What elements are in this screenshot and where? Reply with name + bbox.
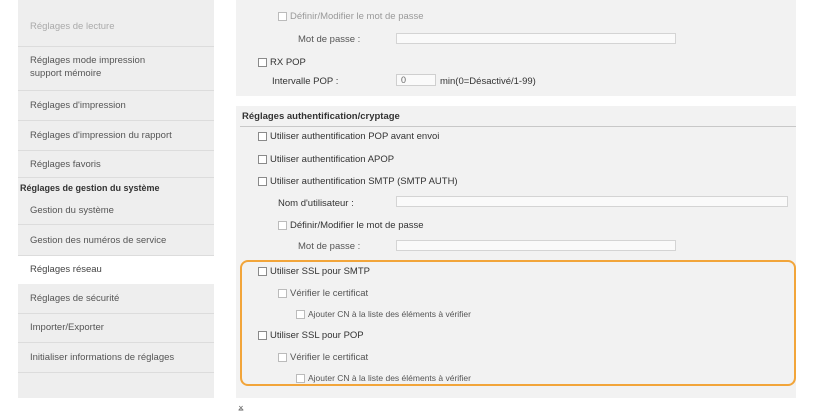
sidebar-item-label: Réglages favoris xyxy=(30,159,101,170)
divider xyxy=(18,313,214,314)
rx-pop-checkbox[interactable] xyxy=(258,58,267,67)
divider xyxy=(18,372,214,373)
sidebar-item-label: Réglages réseau xyxy=(30,264,102,275)
pop-before-send-row[interactable]: Utiliser authentification POP avant envo… xyxy=(258,131,439,142)
apop-row[interactable]: Utiliser authentification APOP xyxy=(258,154,394,165)
ssl-options-highlight xyxy=(240,260,796,386)
password-label: Mot de passe : xyxy=(298,241,361,252)
smtp-auth-checkbox[interactable] xyxy=(258,177,267,186)
sidebar-item-label: Gestion du système xyxy=(30,205,114,216)
sidebar-section-label: Réglages de gestion du système xyxy=(20,183,160,193)
sidebar-item-import-export[interactable]: Importer/Exporter xyxy=(18,321,214,334)
sidebar-item-network-settings[interactable]: Réglages réseau xyxy=(18,256,214,284)
define-password-label: Définir/Modifier le mot de passe xyxy=(290,11,424,22)
sidebar-item-label: Réglages de lecture xyxy=(30,21,115,32)
define-password-checkbox[interactable] xyxy=(278,12,287,21)
username-field[interactable] xyxy=(396,196,788,207)
divider xyxy=(240,126,796,127)
sidebar-section-system-management: Réglages de gestion du système xyxy=(18,182,214,195)
sidebar-item-label: Réglages d'impression du rapport xyxy=(30,130,172,141)
sidebar-item-report-print-settings[interactable]: Réglages d'impression du rapport xyxy=(18,129,214,142)
divider xyxy=(18,224,214,225)
sidebar-item-label: Gestion des numéros de service xyxy=(30,235,167,246)
rx-pop-row[interactable]: RX POP xyxy=(258,57,306,68)
apop-label: Utiliser authentification APOP xyxy=(270,154,395,165)
divider xyxy=(18,150,214,151)
define-password-row-pop[interactable]: Définir/Modifier le mot de passe xyxy=(278,11,424,22)
divider xyxy=(18,90,214,91)
sidebar-item-print-settings[interactable]: Réglages d'impression xyxy=(18,99,214,112)
sidebar-item-initialize-settings[interactable]: Initialiser informations de réglages xyxy=(18,351,214,364)
scroll-top-icon[interactable]: ⨱ xyxy=(238,402,244,413)
sidebar-item-security-settings[interactable]: Réglages de sécurité xyxy=(18,292,214,305)
pop-interval-unit: min(0=Désactivé/1-99) xyxy=(440,76,536,87)
username-label: Nom d'utilisateur : xyxy=(278,198,354,209)
smtp-auth-row[interactable]: Utiliser authentification SMTP (SMTP AUT… xyxy=(258,176,458,187)
smtp-auth-label: Utiliser authentification SMTP (SMTP AUT… xyxy=(270,176,458,187)
apop-checkbox[interactable] xyxy=(258,155,267,164)
sidebar-item-system-management[interactable]: Gestion du système xyxy=(18,204,214,217)
sidebar-item-label: Initialiser informations de réglages xyxy=(30,352,175,363)
sidebar: Réglages de lecture Réglages mode impres… xyxy=(18,0,214,398)
sidebar-item-memory-print-settings[interactable]: Réglages mode impression support mémoire xyxy=(18,54,178,80)
pop-settings-panel: Définir/Modifier le mot de passe Mot de … xyxy=(236,0,796,96)
pop-interval-input[interactable]: 0 xyxy=(396,74,436,86)
rx-pop-label: RX POP xyxy=(270,57,306,68)
sidebar-item-favorites-settings[interactable]: Réglages favoris xyxy=(18,158,214,171)
divider xyxy=(18,342,214,343)
password-field-pop[interactable] xyxy=(396,33,676,44)
divider xyxy=(18,177,214,178)
sidebar-item-label: Réglages de sécurité xyxy=(30,293,120,304)
define-password-label: Définir/Modifier le mot de passe xyxy=(290,220,424,231)
password-label-pop: Mot de passe : xyxy=(298,34,361,45)
sidebar-item-reading-settings[interactable]: Réglages de lecture xyxy=(18,20,214,33)
pop-before-send-checkbox[interactable] xyxy=(258,132,267,141)
password-field[interactable] xyxy=(396,240,676,251)
divider xyxy=(18,120,214,121)
divider xyxy=(18,46,214,47)
pop-before-send-label: Utiliser authentification POP avant envo… xyxy=(270,131,440,142)
sidebar-item-label: Réglages d'impression xyxy=(30,100,126,111)
sidebar-item-label: Importer/Exporter xyxy=(30,322,104,333)
panel-title: Réglages authentification/cryptage xyxy=(242,111,400,122)
define-password-row[interactable]: Définir/Modifier le mot de passe xyxy=(278,220,424,231)
pop-interval-label: Intervalle POP : xyxy=(272,76,339,87)
sidebar-item-service-numbers[interactable]: Gestion des numéros de service xyxy=(18,234,214,247)
define-password-checkbox[interactable] xyxy=(278,221,287,230)
sidebar-item-label: Réglages mode impression support mémoire xyxy=(30,55,146,79)
